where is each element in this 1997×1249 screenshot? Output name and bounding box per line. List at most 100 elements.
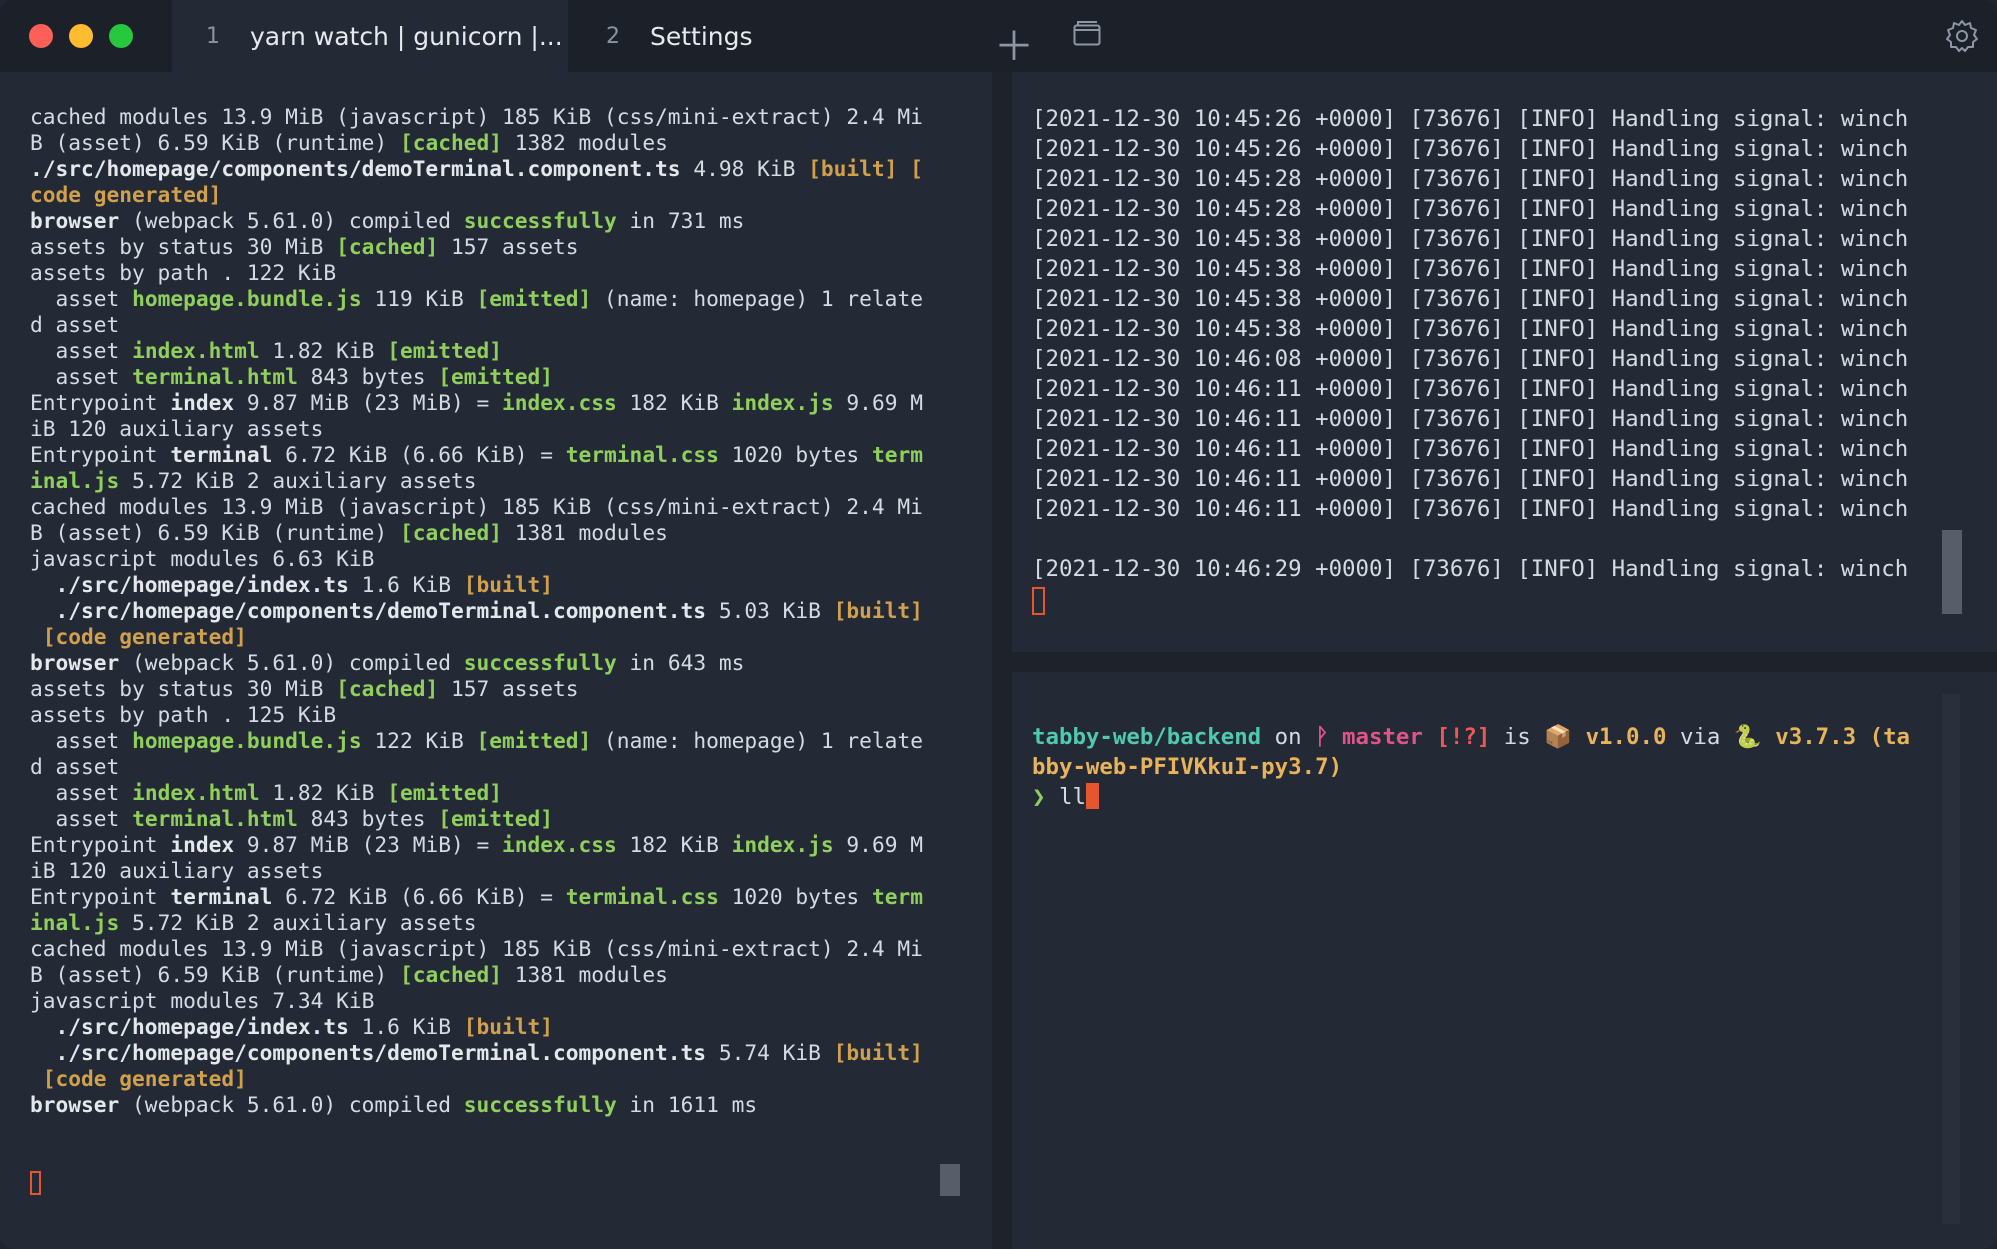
text-segment: index [170, 390, 235, 415]
text-segment: browser [30, 208, 120, 233]
text-segment: 1381 modules [502, 962, 668, 987]
tab-settings[interactable]: 2 Settings [572, 0, 872, 72]
text-segment: asset [30, 338, 133, 363]
gear-icon[interactable] [1944, 18, 1980, 54]
text-segment: index.html [132, 780, 260, 805]
text-segment: d asset [30, 312, 120, 337]
terminal-line: tabby-web/backend on ᚹ master [!?] is 📦 … [1032, 722, 1910, 752]
text-segment: 1.82 KiB [259, 338, 388, 363]
text-segment: successfully [463, 1092, 617, 1117]
scrollbar-track[interactable] [1942, 694, 1960, 1224]
terminal-line: asset homepage.bundle.js 119 KiB [emitte… [30, 286, 923, 312]
text-segment: 9.69 M [833, 390, 923, 415]
text-segment: ./src/homepage/index.ts [30, 1014, 349, 1039]
text-segment: (webpack 5.61.0) compiled [119, 1092, 464, 1117]
text-segment: B (asset) 6.59 KiB (runtime) [30, 962, 400, 987]
text-segment: bby-web-PFIVKkuI-py3.7) [1032, 754, 1343, 780]
text-segment: assets by path . 125 KiB [30, 702, 337, 727]
left-terminal-pane[interactable]: cached modules 13.9 MiB (javascript) 185… [0, 72, 992, 1249]
text-segment: (name: homepage) 1 relate [591, 728, 923, 753]
text-segment: Entrypoint [30, 884, 171, 909]
text-segment: 1020 bytes [718, 884, 872, 909]
log-line: [2021-12-30 10:46:11 +0000] [73676] [INF… [1032, 436, 1909, 462]
text-segment: javascript modules 7.34 KiB [30, 988, 375, 1013]
close-window-button[interactable] [29, 24, 53, 48]
text-segment: asset [30, 286, 133, 311]
text-segment: asset [30, 364, 133, 389]
terminal-line: Entrypoint terminal 6.72 KiB (6.66 KiB) … [30, 884, 923, 910]
text-segment: assets by status 30 MiB [30, 234, 337, 259]
terminal-line: [code generated] [30, 624, 923, 650]
terminal-line: ./src/homepage/components/demoTerminal.c… [30, 1040, 923, 1066]
log-line: [2021-12-30 10:45:38 +0000] [73676] [INF… [1032, 316, 1909, 342]
tab-title: yarn watch | gunicorn |... [250, 21, 563, 51]
terminal-line: cached modules 13.9 MiB (javascript) 185… [30, 494, 923, 520]
text-segment: [cached] [336, 676, 439, 701]
scrollbar[interactable] [1942, 530, 1962, 614]
terminal-line: Entrypoint index 9.87 MiB (23 MiB) = ind… [30, 390, 923, 416]
text-segment: index.css [501, 832, 617, 857]
terminal-line: ./src/homepage/components/demoTerminal.c… [30, 156, 923, 182]
text-segment: iB 120 auxiliary assets [30, 416, 324, 441]
text-segment: iB 120 auxiliary assets [30, 858, 324, 883]
tab-yarn-watch[interactable]: 1 yarn watch | gunicorn |... [172, 0, 568, 72]
text-segment: [cached] [336, 234, 439, 259]
text-segment: browser [30, 650, 120, 675]
terminal-cursor [30, 1171, 41, 1195]
maximize-window-button[interactable] [109, 24, 133, 48]
text-segment: via 🐍 [1666, 724, 1776, 750]
text-segment: v1.0.0 [1585, 724, 1667, 750]
text-segment: 157 assets [438, 234, 579, 259]
text-segment: [code generated] [30, 1066, 247, 1091]
text-segment: ❯ [1032, 784, 1059, 810]
text-segment: 5.72 KiB 2 auxiliary assets [119, 468, 477, 493]
text-segment: 157 assets [438, 676, 579, 701]
text-segment: [built] [463, 572, 554, 597]
text-segment: 843 bytes [297, 806, 439, 831]
text-segment: [built] [463, 1014, 554, 1039]
text-segment: ./src/homepage/components/demoTerminal.c… [30, 156, 681, 181]
text-segment: in 731 ms [616, 208, 745, 233]
tab-number: 2 [606, 23, 620, 49]
log-line: [2021-12-30 10:46:29 +0000] [73676] [INF… [1032, 556, 1909, 582]
terminal-line: cached modules 13.9 MiB (javascript) 185… [30, 936, 923, 962]
log-line: [2021-12-30 10:45:28 +0000] [73676] [INF… [1032, 196, 1909, 222]
text-segment: term [871, 884, 923, 909]
terminal-line: Entrypoint terminal 6.72 KiB (6.66 KiB) … [30, 442, 923, 468]
terminal-line: asset index.html 1.82 KiB [emitted] [30, 338, 923, 364]
pane-divider[interactable] [1002, 652, 1997, 672]
tab-number: 1 [206, 23, 220, 49]
text-segment: ./src/homepage/components/demoTerminal.c… [30, 598, 707, 623]
text-segment: Entrypoint [30, 832, 171, 857]
text-segment: 1.6 KiB [348, 572, 464, 597]
text-segment: browser [30, 1092, 120, 1117]
text-segment: terminal.html [132, 364, 298, 389]
terminal-line: assets by status 30 MiB [cached] 157 ass… [30, 676, 923, 702]
text-segment: [cached] [399, 962, 502, 987]
right-top-terminal-pane[interactable]: [2021-12-30 10:45:26 +0000] [73676] [INF… [1012, 72, 1997, 652]
text-segment: 6.72 KiB (6.66 KiB) = [272, 442, 566, 467]
terminal-output: cached modules 13.9 MiB (javascript) 185… [30, 104, 923, 1118]
text-segment: 5.74 KiB [706, 1040, 834, 1065]
terminal-line: B (asset) 6.59 KiB (runtime) [cached] 13… [30, 130, 923, 156]
scrollbar[interactable] [940, 1164, 960, 1196]
terminal-prompt: tabby-web/backend on ᚹ master [!?] is 📦 … [1032, 722, 1910, 812]
log-line: [2021-12-30 10:46:08 +0000] [73676] [INF… [1032, 346, 1909, 372]
text-segment: homepage.bundle.js [132, 286, 362, 311]
terminal-line: bby-web-PFIVKkuI-py3.7) [1032, 752, 1910, 782]
right-bottom-terminal-pane[interactable]: tabby-web/backend on ᚹ master [!?] is 📦 … [1012, 672, 1997, 1249]
text-segment: successfully [463, 650, 617, 675]
text-segment: 9.69 M [833, 832, 923, 857]
text-segment: [emitted] [387, 780, 502, 805]
terminal-line: B (asset) 6.59 KiB (runtime) [cached] 13… [30, 962, 923, 988]
window-icon[interactable] [1073, 20, 1101, 46]
terminal-line: assets by status 30 MiB [cached] 157 ass… [30, 234, 923, 260]
text-segment: Entrypoint [30, 390, 171, 415]
terminal-line: d asset [30, 312, 923, 338]
plus-icon[interactable]: ＋ [994, 14, 1034, 72]
text-segment: index [170, 832, 235, 857]
text-segment: 182 KiB [616, 832, 732, 857]
text-segment: ll [1058, 784, 1086, 810]
terminal-cursor [1032, 587, 1045, 615]
minimize-window-button[interactable] [69, 24, 93, 48]
